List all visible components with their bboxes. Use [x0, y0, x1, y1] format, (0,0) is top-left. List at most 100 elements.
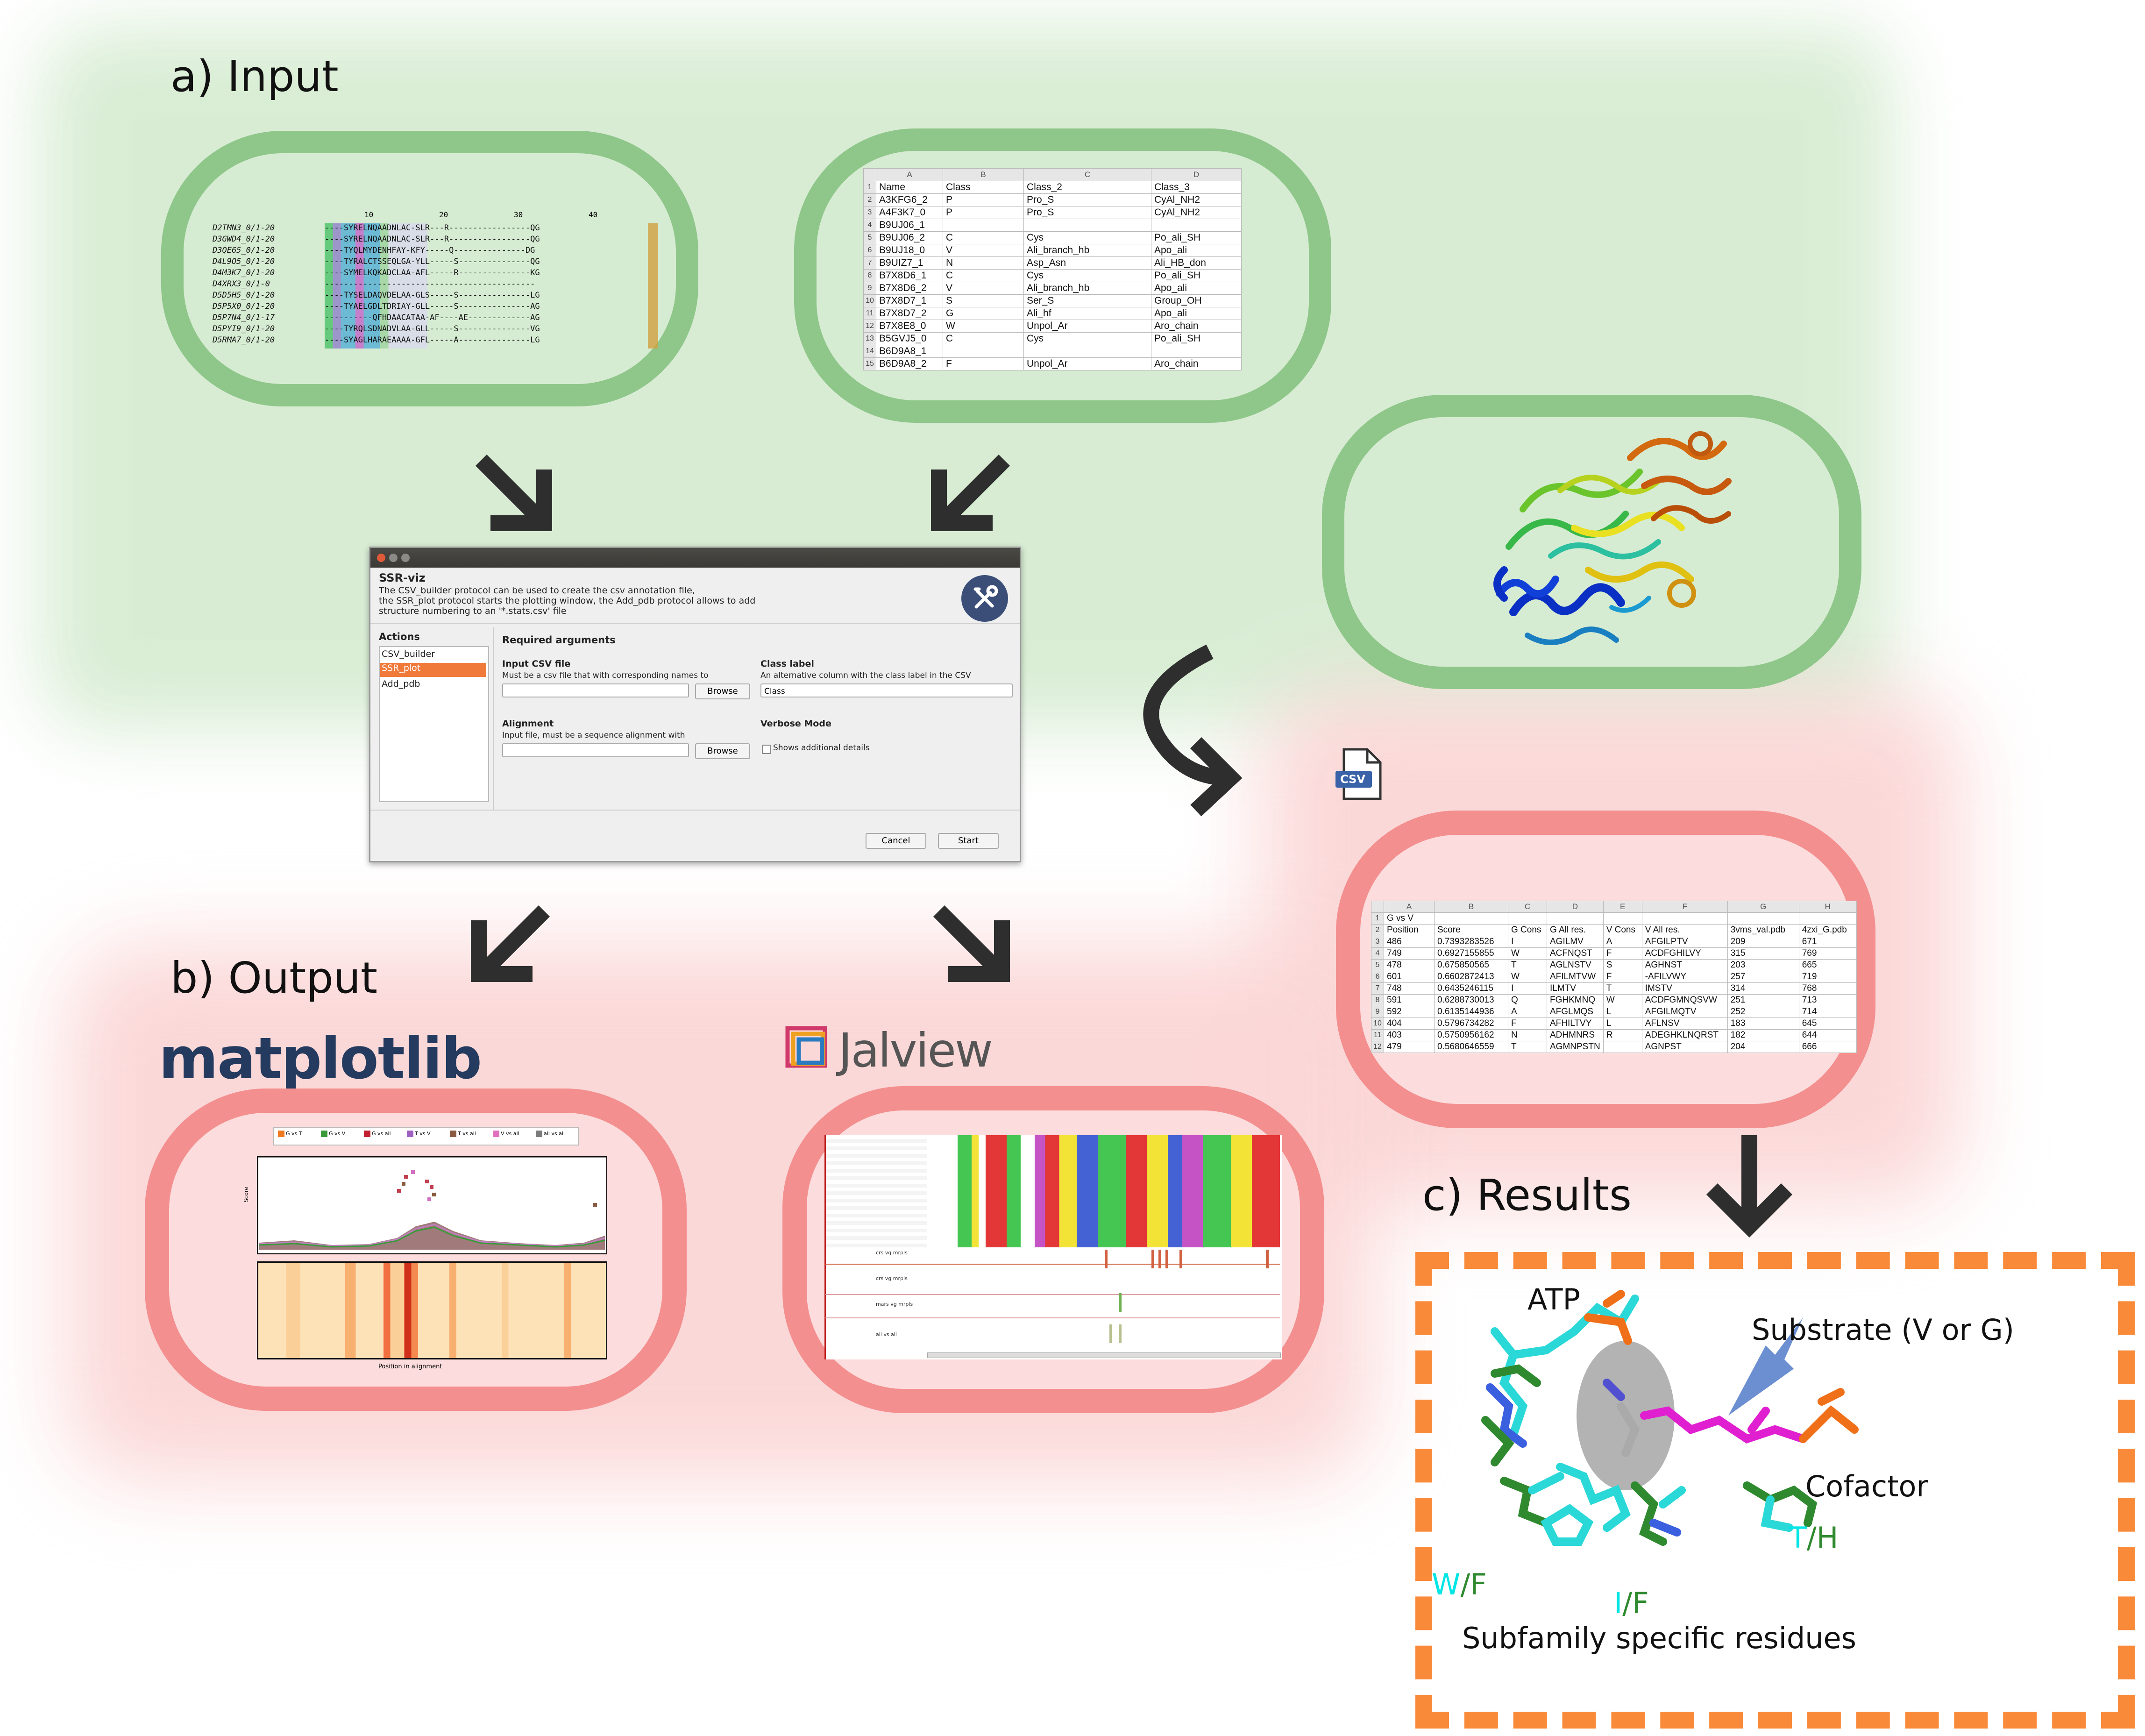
sheet-cell: 0.6435246115 — [1434, 982, 1508, 995]
sheet-cell: A — [1603, 936, 1642, 948]
sheet-cell: Score — [1434, 924, 1508, 936]
class-label-field[interactable]: Class — [760, 683, 1013, 697]
sheet-row-number: 3 — [1371, 936, 1384, 948]
browse-alignment-button[interactable]: Browse — [695, 743, 750, 759]
sheet-cell: AFLNSV — [1641, 1017, 1728, 1030]
sheet-cell: ACDFGHILVY — [1641, 947, 1728, 960]
legend-label: G vs V — [329, 1131, 346, 1137]
arrow-alignment-to-dialog — [475, 454, 543, 522]
sheet-cell: AFGILMQTV — [1641, 1006, 1728, 1018]
legend-swatch — [364, 1131, 370, 1137]
jalview-annotation-line — [825, 1317, 1280, 1318]
verbose-checkbox[interactable] — [762, 745, 771, 754]
sheet-cell: 0.6602872413 — [1434, 971, 1508, 983]
jalview-track-label: all vs all — [876, 1331, 897, 1338]
alignment-label: Alignment — [502, 719, 554, 729]
plot-legend: G vs T G vs V G vs all T vs V T vs all V vs a… — [273, 1127, 579, 1145]
sheet-cell: 3vms_val.pdb — [1727, 924, 1799, 936]
sheet-cell: G vs V — [1384, 912, 1435, 925]
sheet-cell: Position — [1384, 924, 1435, 936]
sheet-cell — [1603, 912, 1642, 925]
sheet-cell: ACFNQST — [1547, 947, 1604, 960]
sheet-row: 2 Position Score G Cons G All res. V Cons V Al… — [1371, 924, 1857, 936]
sheet-cell: 314 — [1727, 982, 1799, 995]
sheet-cell: ADHMNRS — [1547, 1029, 1604, 1041]
legend-item: G vs V — [321, 1131, 345, 1137]
legend-label: all vs all — [544, 1131, 565, 1137]
maximize-button[interactable] — [401, 554, 410, 562]
dialog-description-line: the SSR_plot protocol starts the plottin… — [379, 596, 756, 606]
sheet-cell: 601 — [1384, 971, 1435, 983]
verbose-mode-label: Verbose Mode — [760, 719, 831, 729]
sheet-cell: 0.6288730013 — [1434, 994, 1508, 1006]
legend-item: G vs all — [364, 1131, 391, 1137]
th-t: T — [1789, 1521, 1807, 1555]
sheet-column-letter: G — [1727, 901, 1799, 913]
substrate-label: Substrate (V or G) — [1752, 1313, 2014, 1347]
sheet-cell: 486 — [1384, 936, 1435, 948]
jalview-bar — [1165, 1250, 1168, 1268]
jalview-logo-icon — [785, 1025, 831, 1072]
jalview-annotation-line — [825, 1264, 1280, 1265]
sheet-cell: 769 — [1798, 947, 1857, 960]
if-i: I — [1614, 1586, 1623, 1620]
sheet-cell: ILMTV — [1547, 982, 1604, 995]
wf-label: W/F — [1432, 1567, 1487, 1601]
minimize-button[interactable] — [389, 554, 398, 562]
legend-item: T vs all — [450, 1131, 476, 1137]
sheet-row-number: 12 — [1371, 1041, 1384, 1053]
sheet-row: 10 404 0.5796734282 F AFHILTVY L AFLNSV 183 645 — [1371, 1017, 1857, 1030]
sheet-column-letter: D — [1547, 901, 1604, 913]
sheet-cell: 713 — [1798, 994, 1857, 1006]
sheet-cell: 768 — [1798, 982, 1857, 995]
input-csv-field[interactable] — [502, 683, 689, 697]
score-line-plot — [257, 1156, 607, 1254]
sheet-cell — [1798, 912, 1857, 925]
sheet-cell: L — [1603, 1006, 1642, 1018]
action-item-add-pdb[interactable]: Add_pdb — [382, 679, 420, 689]
sheet-cell: AGHNST — [1641, 959, 1728, 971]
legend-swatch — [493, 1131, 499, 1137]
sheet-column-header-row: ABCDEFGH — [1371, 901, 1857, 913]
sheet-row-number: 5 — [1371, 959, 1384, 971]
jalview-track-label: crs vg mrpls — [876, 1275, 908, 1281]
input-csv-label: Input CSV file — [502, 659, 571, 669]
class-label-hint: An alternative column with the class lab… — [760, 671, 971, 680]
sheet-cell: A — [1508, 1006, 1547, 1018]
sheet-cell: AFHILTVY — [1547, 1017, 1604, 1030]
subfamily-label: Subfamily specific residues — [1462, 1621, 1856, 1655]
jalview-annotation-line — [825, 1294, 1280, 1295]
sheet-cell: 0.5750956162 — [1434, 1029, 1508, 1041]
sheet-cell: 479 — [1384, 1041, 1435, 1053]
sheet-cell: V All res. — [1641, 924, 1728, 936]
required-arguments-label: Required arguments — [502, 634, 616, 646]
sheet-cell — [1434, 912, 1508, 925]
start-button[interactable]: Start — [938, 833, 999, 849]
sheet-cell: 257 — [1727, 971, 1799, 983]
dialog-description-line: The CSV_builder protocol can be used to … — [379, 585, 695, 596]
sheet-row: 7 748 0.6435246115 I ILMTV T IMSTV 314 768 — [1371, 982, 1857, 995]
browse-csv-button[interactable]: Browse — [695, 683, 750, 699]
sheet-cell — [1603, 1041, 1642, 1053]
dialog-titlebar — [370, 548, 1020, 568]
if-f: /F — [1622, 1586, 1649, 1620]
sheet-cell: -AFILVWY — [1641, 971, 1728, 983]
sheet-cell: 666 — [1798, 1041, 1857, 1053]
sheet-cell: G All res. — [1547, 924, 1604, 936]
alignment-field[interactable] — [502, 743, 689, 757]
sheet-cell: T — [1508, 959, 1547, 971]
action-item-csv-builder[interactable]: CSV_builder — [382, 649, 435, 659]
sheet-cell: T — [1603, 982, 1642, 995]
sheet-cell: 404 — [1384, 1017, 1435, 1030]
sheet-cell: ADEGHKLNQRST — [1641, 1029, 1728, 1041]
legend-item: all vs all — [536, 1131, 565, 1137]
legend-swatch — [450, 1131, 456, 1137]
jalview-bar — [1105, 1250, 1108, 1268]
cancel-button[interactable]: Cancel — [866, 833, 926, 849]
legend-item: G vs T — [278, 1131, 302, 1137]
sheet-row: 4 749 0.6927155855 W ACFNQST F ACDFGHILVY 315 76… — [1371, 947, 1857, 960]
action-item-ssr-plot[interactable]: SSR_plot — [380, 663, 486, 677]
close-button[interactable] — [377, 554, 385, 562]
jalview-track-label: mars vg mrpls — [876, 1301, 913, 1307]
jalview-scrollbar[interactable] — [927, 1352, 1281, 1358]
